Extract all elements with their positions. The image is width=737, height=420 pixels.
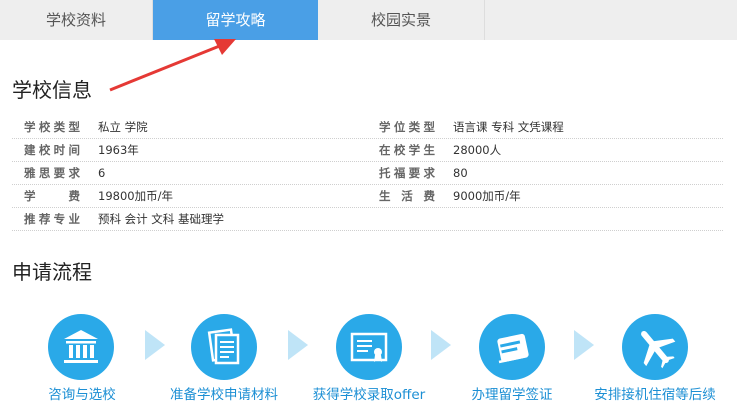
info-value: 1963年 <box>98 143 139 157</box>
info-value: 80 <box>453 166 468 180</box>
step-arrow <box>145 330 165 360</box>
step-arrow <box>288 330 308 360</box>
info-label: 生 活 费 <box>379 189 435 203</box>
application-process-heading: 申请流程 <box>12 260 92 284</box>
info-value: 私立 学院 <box>98 120 148 134</box>
certificate-icon <box>336 314 402 380</box>
info-row: 推荐专业 预科 会计 文科 基础理学 <box>12 208 723 231</box>
info-value: 19800加币/年 <box>98 189 173 203</box>
info-value: 28000人 <box>453 143 502 157</box>
info-row: 学 费 19800加币/年 生 活 费 9000加币/年 <box>12 185 723 208</box>
school-info-table: 学校类型 私立 学院 学位类型 语言课 专科 文凭课程 建校时间 1963年 在… <box>12 116 723 231</box>
info-value: 9000加币/年 <box>453 189 521 203</box>
tab-study-guide[interactable]: 留学攻略 <box>153 0 318 40</box>
application-process-flow: 咨询与选校 准备学校申请材料 获得学校录取offer 办理留学签证 安排接机住宿… <box>0 310 737 420</box>
info-label: 学校类型 <box>24 120 80 134</box>
info-value: 6 <box>98 166 106 180</box>
school-info-heading: 学校信息 <box>12 78 92 102</box>
tab-bar: 学校资料 留学攻略 校园实景 <box>0 0 737 40</box>
documents-icon <box>191 314 257 380</box>
info-label: 托福要求 <box>379 166 435 180</box>
info-value: 语言课 专科 文凭课程 <box>453 120 564 134</box>
tab-school-profile[interactable]: 学校资料 <box>0 0 153 40</box>
info-row: 雅思要求 6 托福要求 80 <box>12 162 723 185</box>
university-icon <box>48 314 114 380</box>
passport-icon <box>479 314 545 380</box>
step-label: 安排接机住宿等后续 <box>594 387 716 403</box>
info-label: 推荐专业 <box>24 212 80 226</box>
info-label: 建校时间 <box>24 143 80 157</box>
info-label: 雅思要求 <box>24 166 80 180</box>
tab-campus-photos[interactable]: 校园实景 <box>318 0 485 40</box>
info-row: 建校时间 1963年 在校学生 28000人 <box>12 139 723 162</box>
airplane-icon <box>622 314 688 380</box>
info-label: 在校学生 <box>379 143 435 157</box>
info-value: 预科 会计 文科 基础理学 <box>98 212 224 226</box>
step-arrow <box>574 330 594 360</box>
step-arrow <box>431 330 451 360</box>
info-label: 学位类型 <box>379 120 435 134</box>
info-row: 学校类型 私立 学院 学位类型 语言课 专科 文凭课程 <box>12 116 723 139</box>
info-label: 学 费 <box>24 189 80 203</box>
